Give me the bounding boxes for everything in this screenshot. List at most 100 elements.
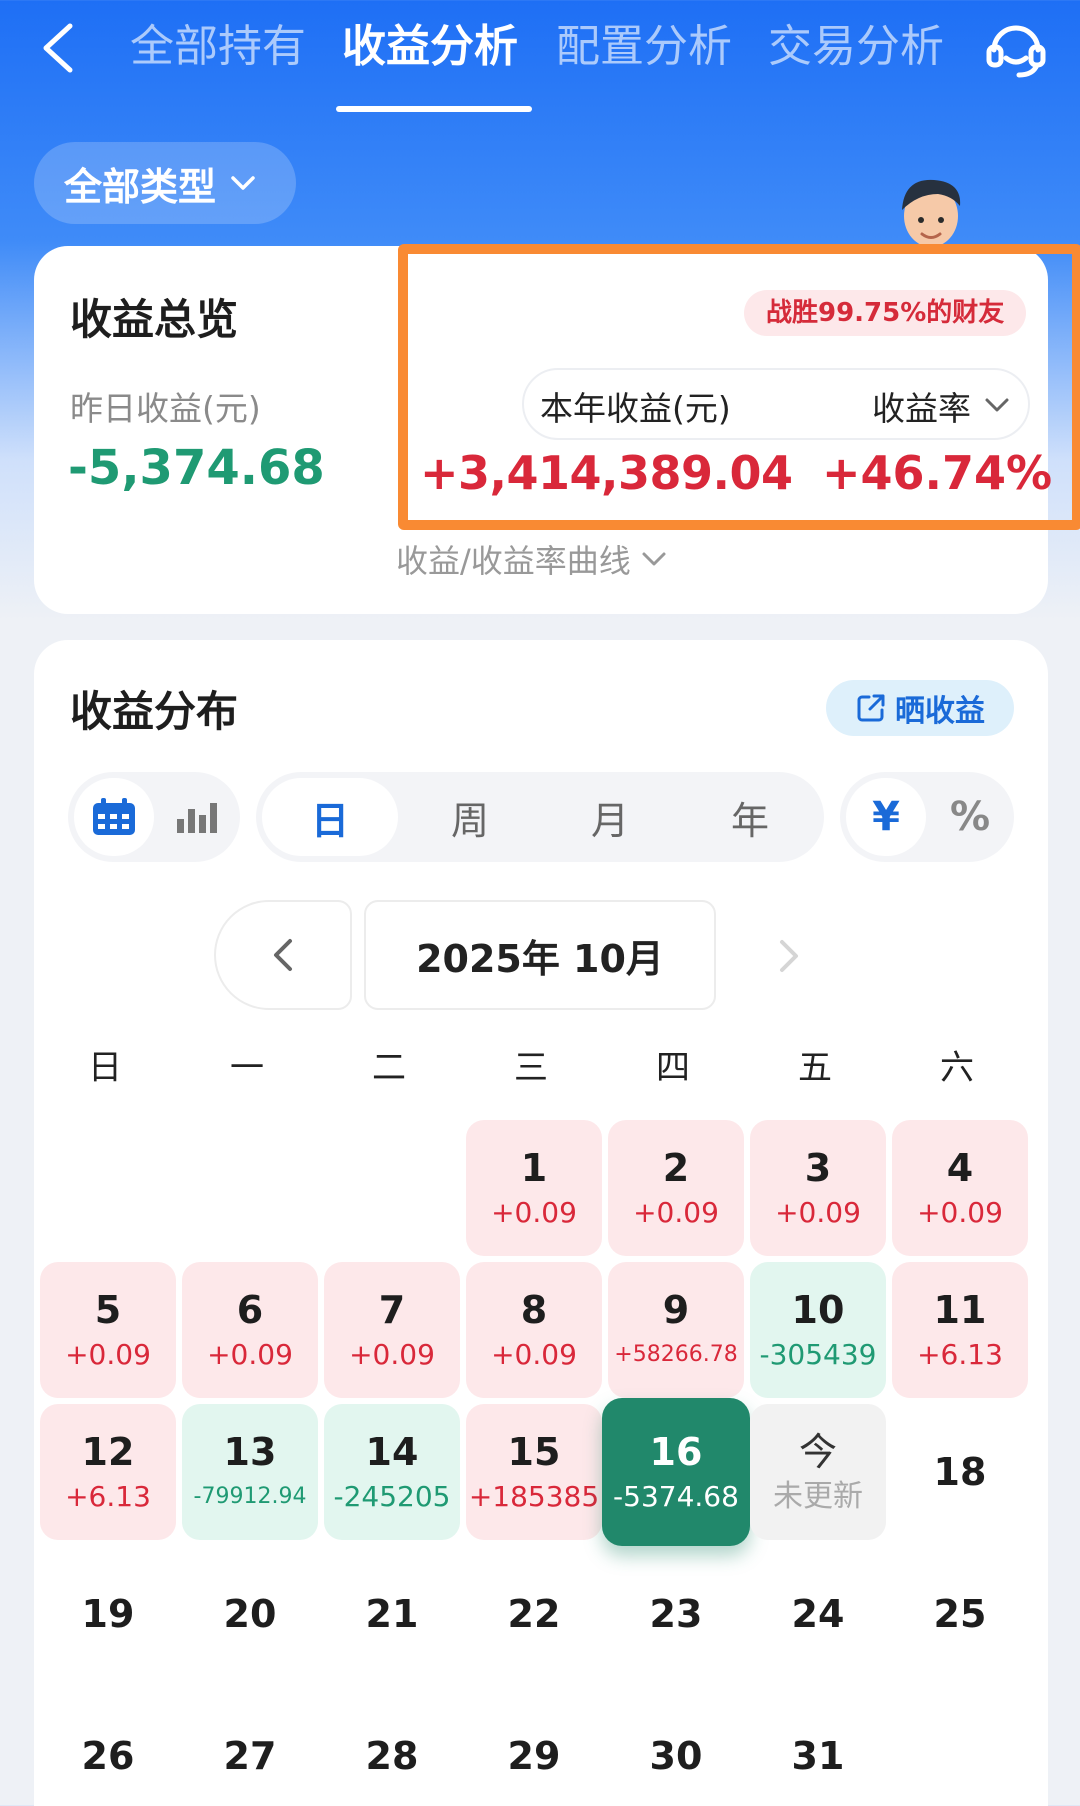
tab-profit-analysis[interactable]: 收益分析 <box>342 12 518 82</box>
calendar-day[interactable]: 1 +0.09 <box>466 1120 602 1256</box>
share-profit-button[interactable]: 晒收益 <box>826 680 1014 736</box>
calendar-day[interactable]: 15 +185385 <box>466 1404 602 1540</box>
calendar-day[interactable]: 4 +0.09 <box>892 1120 1028 1256</box>
profit-rate-label[interactable]: 收益率 <box>872 382 971 430</box>
view-switch <box>68 772 240 862</box>
yesterday-profit-label: 昨日收益(元) <box>70 389 261 428</box>
day-number: 16 <box>649 1430 703 1474</box>
calendar-day[interactable]: 13 -79912.94 <box>182 1404 318 1540</box>
period-year[interactable]: 年 <box>682 778 818 856</box>
day-amount: +0.09 <box>491 1196 577 1229</box>
chevron-down-icon[interactable] <box>984 396 1010 414</box>
weekday-label: 六 <box>940 1048 974 1088</box>
day-number: 18 <box>933 1450 987 1494</box>
calendar-day[interactable]: 2 +0.09 <box>608 1120 744 1256</box>
day-number: 25 <box>933 1592 987 1636</box>
calendar-day[interactable]: 22 <box>466 1546 602 1682</box>
overview-title: 收益总览 <box>70 295 239 344</box>
calendar-day[interactable]: 23 <box>608 1546 744 1682</box>
day-number: 12 <box>81 1430 135 1474</box>
chevron-down-icon <box>642 552 666 566</box>
tab-all-holdings[interactable]: 全部持有 <box>130 12 306 82</box>
prev-month-button[interactable] <box>214 900 352 1010</box>
calendar-day[interactable]: 18 <box>892 1404 1028 1540</box>
day-number: 1 <box>520 1146 548 1190</box>
period-day[interactable]: 日 <box>262 778 398 856</box>
day-number: 21 <box>365 1592 419 1636</box>
day-number: 11 <box>933 1288 987 1332</box>
calendar-view-toggle[interactable] <box>74 778 154 856</box>
calendar-day[interactable]: 12 +6.13 <box>40 1404 176 1540</box>
calendar-day[interactable]: 19 <box>40 1546 176 1682</box>
curve-toggle-label: 收益/收益率曲线 <box>396 542 631 580</box>
active-tab-indicator <box>336 106 532 112</box>
day-number: 28 <box>365 1734 419 1778</box>
asset-type-label: 全部类型 <box>64 164 217 209</box>
weekday-label: 一 <box>230 1048 264 1088</box>
calendar-day[interactable]: 7 +0.09 <box>324 1262 460 1398</box>
day-number: 22 <box>507 1592 561 1636</box>
calendar-day[interactable]: 11 +6.13 <box>892 1262 1028 1398</box>
calendar-day[interactable]: 5 +0.09 <box>40 1262 176 1398</box>
calendar-icon <box>93 798 135 835</box>
calendar-day[interactable]: 21 <box>324 1546 460 1682</box>
rank-badge[interactable]: 战胜99.75%的财友 <box>744 290 1027 336</box>
weekday-label: 二 <box>372 1048 406 1088</box>
chevron-left-icon[interactable] <box>30 18 90 78</box>
calendar-day[interactable]: 6 +0.09 <box>182 1262 318 1398</box>
yesterday-profit-value: -5,374.68 <box>68 440 325 496</box>
month-label[interactable]: 2025年 10月 <box>364 900 716 1010</box>
calendar-day[interactable]: 10 -305439 <box>750 1262 886 1398</box>
calendar-day[interactable]: 25 <box>892 1546 1028 1682</box>
day-number: 15 <box>507 1430 561 1474</box>
chevron-down-icon <box>231 176 255 190</box>
calendar-day[interactable]: 26 <box>40 1688 176 1806</box>
day-number: 30 <box>649 1734 703 1778</box>
calendar-day[interactable]: 29 <box>466 1688 602 1806</box>
calendar-day-selected[interactable]: 16 -5374.68 <box>602 1398 750 1546</box>
chevron-right-icon <box>780 940 798 972</box>
weekday-label: 三 <box>514 1048 548 1088</box>
day-amount: +6.13 <box>65 1480 151 1513</box>
customer-service-icon[interactable] <box>982 14 1050 82</box>
day-amount: +0.09 <box>633 1196 719 1229</box>
tab-trade-analysis[interactable]: 交易分析 <box>768 12 944 82</box>
tab-allocation-analysis[interactable]: 配置分析 <box>556 12 732 82</box>
profit-curve-toggle[interactable]: 收益/收益率曲线 <box>396 536 667 582</box>
calendar-day-today[interactable]: 今未更新 <box>750 1404 886 1540</box>
weekday-label: 四 <box>656 1048 690 1088</box>
day-number: 5 <box>94 1288 122 1332</box>
day-amount: +0.09 <box>207 1338 293 1371</box>
weekday-label: 日 <box>88 1048 122 1088</box>
period-month[interactable]: 月 <box>542 778 678 856</box>
profit-rate-value: +46.74% <box>822 446 1053 500</box>
year-profit-label: 本年收益(元) <box>540 389 731 428</box>
period-week[interactable]: 周 <box>402 778 538 856</box>
calendar-day[interactable]: 30 <box>608 1688 744 1806</box>
weekday-label: 五 <box>798 1048 832 1088</box>
unit-percent[interactable]: % <box>930 778 1010 856</box>
calendar-day[interactable]: 8 +0.09 <box>466 1262 602 1398</box>
day-amount: +0.09 <box>491 1338 577 1371</box>
asset-type-filter[interactable]: 全部类型 <box>34 142 296 224</box>
calendar-day[interactable]: 20 <box>182 1546 318 1682</box>
calendar-day[interactable]: 28 <box>324 1688 460 1806</box>
period-switch: 日 周 月 年 <box>256 772 824 862</box>
calendar-day[interactable]: 9 +58266.78 <box>608 1262 744 1398</box>
profit-distribution-card: 收益分布 晒收益 日 周 月 年 ¥ % 2025年 10月 日 一 二 三 四… <box>34 640 1048 1806</box>
calendar-day[interactable]: 14 -245205 <box>324 1404 460 1540</box>
calendar-day[interactable]: 31 <box>750 1688 886 1806</box>
day-number: 13 <box>223 1430 277 1474</box>
day-number: 27 <box>223 1734 277 1778</box>
calendar-day[interactable]: 3 +0.09 <box>750 1120 886 1256</box>
chevron-left-icon <box>274 939 292 971</box>
day-amount: +0.09 <box>775 1196 861 1229</box>
unit-yuan[interactable]: ¥ <box>846 778 926 856</box>
calendar-day[interactable]: 27 <box>182 1688 318 1806</box>
day-amount: +58266.78 <box>614 1342 738 1367</box>
day-number: 8 <box>520 1288 548 1332</box>
day-number: 23 <box>649 1592 703 1636</box>
bar-view-toggle[interactable] <box>158 778 236 856</box>
calendar-day[interactable]: 24 <box>750 1546 886 1682</box>
day-number: 20 <box>223 1592 277 1636</box>
